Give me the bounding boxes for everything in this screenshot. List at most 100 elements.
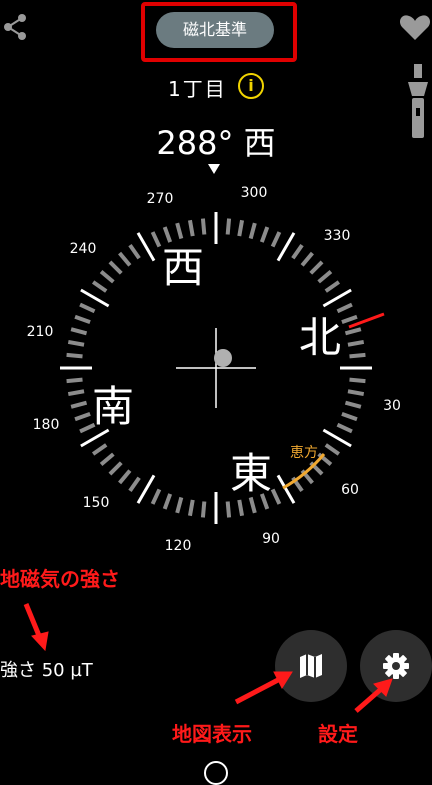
compass-minor-tick — [70, 327, 88, 336]
compass-minor-tick — [108, 461, 123, 476]
compass-minor-tick — [118, 469, 132, 485]
info-icon[interactable]: i — [238, 73, 264, 99]
compass-minor-tick — [349, 352, 366, 359]
map-button[interactable] — [275, 630, 347, 702]
degree-label-210: 210 — [27, 324, 54, 340]
level-bubble — [214, 349, 232, 367]
compass-minor-tick — [336, 422, 353, 434]
arrow-to-map — [234, 677, 280, 705]
compass-minor-tick — [324, 443, 341, 456]
compass-minor-tick — [200, 218, 207, 235]
degree-label-270: 270 — [147, 191, 174, 207]
compass-minor-tick — [317, 270, 333, 284]
degree-label-150: 150 — [83, 495, 110, 511]
heart-icon — [399, 15, 431, 40]
compass-minor-tick — [175, 496, 184, 514]
arrow-to-strength-head — [31, 631, 49, 652]
compass-minor-tick — [67, 389, 85, 397]
compass-minor-tick — [309, 260, 324, 275]
compass-minor-tick — [118, 251, 132, 267]
compass-major-tick — [80, 288, 110, 308]
compass-minor-tick — [336, 302, 353, 314]
share-button[interactable] — [0, 10, 34, 44]
compass-minor-tick — [347, 389, 365, 397]
compass-minor-tick — [237, 219, 245, 237]
heading-direction: 西 — [243, 124, 276, 162]
compass-minor-tick — [270, 488, 282, 505]
gear-icon — [383, 653, 409, 679]
compass-minor-tick — [66, 377, 83, 384]
settings-button[interactable] — [360, 630, 432, 702]
annotation-settings: 設定 — [318, 722, 358, 746]
compass-minor-tick — [66, 352, 83, 359]
annotation-magnetic-strength: 地磁気の強さ — [0, 567, 120, 591]
compass-minor-tick — [248, 222, 257, 240]
north-mode-button[interactable]: 磁北基準 — [156, 12, 274, 48]
compass-major-tick — [136, 232, 156, 262]
compass-major-tick — [80, 428, 110, 448]
compass-major-tick — [276, 474, 296, 504]
heading-degrees: 288° — [156, 124, 234, 162]
compass-minor-tick — [187, 219, 195, 237]
favorite-button[interactable] — [398, 10, 432, 44]
compass-minor-tick — [225, 218, 232, 235]
compass-minor-tick — [187, 499, 195, 517]
compass-minor-tick — [108, 260, 123, 275]
map-icon — [300, 654, 322, 678]
compass-minor-tick — [344, 327, 362, 336]
compass-minor-tick — [341, 314, 358, 325]
compass-minor-tick — [175, 222, 184, 240]
cardinal-east: 東 — [230, 449, 272, 498]
compass-minor-tick — [128, 476, 141, 493]
compass-minor-tick — [344, 400, 362, 409]
compass-minor-tick — [162, 226, 173, 243]
compass-minor-tick — [270, 231, 282, 248]
degree-label-90: 90 — [262, 531, 280, 547]
heading-readout: 288° 西 — [0, 118, 432, 164]
compass-minor-tick — [70, 400, 88, 409]
compass-minor-tick — [150, 231, 162, 248]
compass-minor-tick — [99, 270, 115, 284]
cardinal-north: 北 — [299, 313, 341, 362]
compass-minor-tick — [349, 377, 366, 384]
compass-minor-tick — [128, 243, 141, 260]
compass-minor-tick — [99, 452, 115, 466]
compass-minor-tick — [91, 280, 108, 293]
compass-minor-tick — [300, 251, 314, 267]
compass-minor-tick — [225, 501, 232, 518]
degree-label-30: 30 — [383, 398, 401, 414]
compass-minor-tick — [91, 443, 108, 456]
compass-minor-tick — [237, 499, 245, 517]
compass-major-tick — [322, 288, 352, 308]
compass-minor-tick — [67, 339, 85, 347]
compass-minor-tick — [150, 488, 162, 505]
compass-minor-tick — [347, 339, 365, 347]
compass-minor-tick — [248, 496, 257, 514]
compass-minor-tick — [341, 411, 358, 422]
compass-dial[interactable]: 30 60 90 120 150 180 210 240 270 300 330… — [0, 170, 432, 570]
compass-minor-tick — [74, 411, 91, 422]
compass-major-tick — [136, 474, 156, 504]
degree-label-330: 330 — [324, 228, 351, 244]
degree-label-180: 180 — [33, 417, 60, 433]
compass-minor-tick — [324, 280, 341, 293]
compass-minor-tick — [74, 314, 91, 325]
ehou-label: 恵方 — [290, 445, 318, 461]
cardinal-south: 南 — [92, 382, 134, 431]
compass-minor-tick — [79, 302, 96, 314]
location-label: 1丁目 — [168, 77, 227, 101]
cardinal-west: 西 — [162, 243, 204, 292]
degree-label-120: 120 — [165, 538, 192, 554]
compass-minor-tick — [259, 226, 270, 243]
arrow-to-strength — [23, 603, 43, 639]
compass-major-tick — [276, 232, 296, 262]
compass-minor-tick — [162, 493, 173, 510]
annotation-map-display: 地図表示 — [172, 722, 252, 746]
compass-minor-tick — [291, 243, 304, 260]
field-strength-readout: 強さ 50 µT — [0, 660, 93, 681]
home-indicator — [204, 761, 228, 785]
degree-label-300: 300 — [241, 185, 268, 201]
share-icon — [4, 14, 26, 40]
degree-label-60: 60 — [341, 482, 359, 498]
degree-label-240: 240 — [70, 241, 97, 257]
